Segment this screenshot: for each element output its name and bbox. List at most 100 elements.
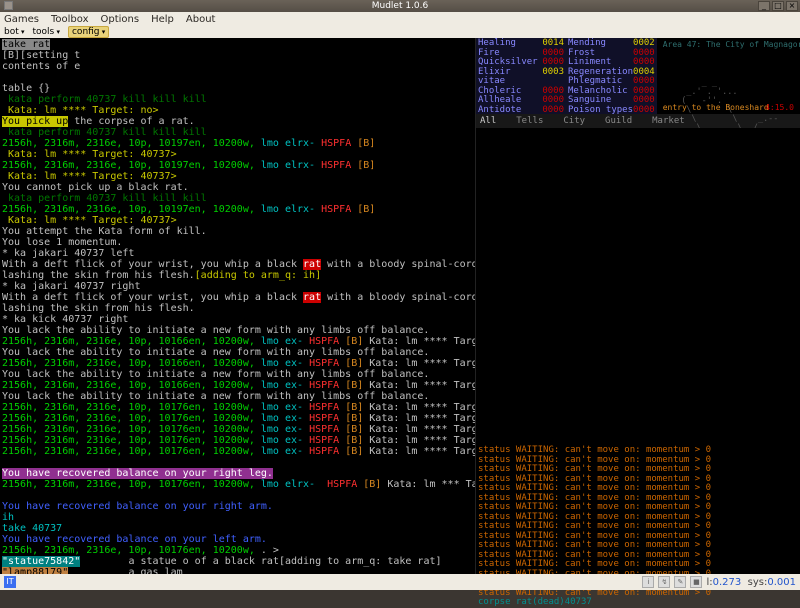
text: You lack the ability to initiate a new f…: [2, 347, 429, 358]
info-icon[interactable]: i: [642, 576, 654, 588]
text: HSPFA: [303, 413, 345, 424]
log-area: status WAITING: can't move on: momentum …: [476, 444, 800, 574]
menu-help[interactable]: Help: [151, 14, 174, 25]
text: [B]: [345, 402, 363, 413]
text: [B]: [345, 424, 363, 435]
tab-guild[interactable]: Guild: [605, 116, 632, 126]
script-icon[interactable]: ✎: [674, 576, 686, 588]
text: "lamp88179": [2, 567, 68, 574]
menu-games[interactable]: Games: [4, 14, 39, 25]
tab-city[interactable]: City: [563, 116, 585, 126]
text: Kata: lm **** Target: no>: [2, 105, 159, 116]
map-title: Area 47: The City of Magnagora v4326: [663, 40, 800, 49]
text: lmo ex-: [261, 402, 303, 413]
text: HSPFA: [303, 336, 345, 347]
text: 2156h, 2316m, 2316e, 10p, 10197en, 10200…: [2, 138, 261, 149]
text: with a bloody spinal-cord chain,: [321, 259, 475, 270]
text: [B]: [345, 435, 363, 446]
log-last: corpse rat(dead)40737: [478, 598, 798, 608]
sys-label: sys:: [748, 577, 768, 588]
text: contents of e: [2, 61, 80, 72]
text: [B]: [345, 358, 363, 369]
close-button[interactable]: ×: [786, 1, 798, 11]
text: Kata: lm **** Target: no>: [363, 424, 475, 435]
text: HSPFA: [303, 424, 345, 435]
text: [B]: [363, 479, 381, 490]
text: lmo ex-: [261, 413, 303, 424]
toolbar-tools[interactable]: tools: [33, 27, 60, 37]
stop-icon[interactable]: ■: [690, 576, 702, 588]
text: Kata: lm **** Target: no>: [363, 380, 475, 391]
text: Kata: lm **** Target: 40737>: [2, 171, 177, 182]
text: HSPFA: [303, 402, 345, 413]
text: rat: [303, 259, 321, 270]
text: lmo elrx-: [261, 204, 321, 215]
text: kata perform 40737 kill kill kill: [2, 94, 207, 105]
text: HSPFA: [321, 160, 357, 171]
text: [B]: [345, 446, 363, 457]
tab-all[interactable]: All: [480, 116, 496, 126]
connection-icon[interactable]: IT: [4, 576, 16, 588]
text: a gas lam: [68, 567, 182, 574]
text: [B][setting t: [2, 50, 80, 61]
text: HSPFA: [303, 446, 345, 457]
toolbar-config[interactable]: config: [68, 26, 109, 38]
maximize-button[interactable]: □: [772, 1, 784, 11]
menu-toolbox[interactable]: Toolbox: [51, 14, 89, 25]
text: You have recovered balance on your right…: [2, 501, 273, 512]
app-icon: [4, 1, 13, 10]
text: HSPFA: [321, 204, 357, 215]
text: "statue75842": [2, 556, 80, 567]
text: lmo ex-: [261, 336, 303, 347]
text: You lack the ability to initiate a new f…: [2, 391, 429, 402]
sys-value: 0.001: [767, 577, 796, 588]
text: [B]: [345, 336, 363, 347]
text: Kata: lm **** Target: 40737>: [2, 149, 177, 160]
text: lmo elrx-: [261, 479, 321, 490]
text: lmo elrx-: [261, 160, 321, 171]
network-icon[interactable]: ↯: [658, 576, 670, 588]
text: 2156h, 2316m, 2316e, 10p, 10176en, 10200…: [2, 413, 261, 424]
workspace: take rat [B][setting t contents of e tab…: [0, 38, 800, 574]
text: 2156h, 2316m, 2316e, 10p, 10197en, 10200…: [2, 204, 261, 215]
text: rat: [303, 292, 321, 303]
menu-options[interactable]: Options: [100, 14, 139, 25]
text: You lack the ability to initiate a new f…: [2, 325, 429, 336]
map-exit: entry to the Boneshard: [663, 103, 760, 112]
text: You attempt the Kata form of kill.: [2, 226, 207, 237]
text: lmo elrx-: [261, 138, 321, 149]
menubar: Games Toolbox Options Help About: [0, 12, 800, 26]
status-row: Elixir vitae0003: [478, 68, 564, 87]
text: ih: [2, 512, 14, 523]
text: Kata: lm **** Target: no>: [363, 402, 475, 413]
statusbar: IT i ↯ ✎ ■ l:0.273 sys:0.001: [0, 574, 800, 590]
text: [B]: [357, 204, 375, 215]
tab-tells[interactable]: Tells: [516, 116, 543, 126]
text: 2156h, 2316m, 2316e, 10p, 10176en, 10200…: [2, 435, 261, 446]
minimize-button[interactable]: _: [758, 1, 770, 11]
text: 2156h, 2316m, 2316e, 10p, 10197en, 10200…: [2, 160, 261, 171]
text: lmo ex-: [261, 424, 303, 435]
text: lashing the skin from his flesh.: [2, 270, 195, 281]
text: lmo ex-: [261, 358, 303, 369]
text: HSPFA: [303, 380, 345, 391]
text: * ka jakari 40737 right: [2, 281, 140, 292]
main-terminal[interactable]: take rat [B][setting t contents of e tab…: [0, 38, 475, 574]
toolbar-bot[interactable]: bot: [4, 27, 25, 37]
text: 2156h, 2316m, 2316e, 10p, 10176en, 10200…: [2, 545, 261, 556]
text: with a bloody spinal-cord chain,: [321, 292, 475, 303]
text: Kata: lm **** Target: no>: [363, 435, 475, 446]
text: table {}: [2, 83, 50, 94]
status-left: IT: [4, 576, 16, 588]
text: kata perform 40737 kill kill kill: [2, 127, 207, 138]
right-column: Healing0014Fire0000Quicksilver0000Elixir…: [475, 38, 800, 574]
text: Kata: lm **** Target: no>: [363, 336, 475, 347]
text: You lose 1 momentum.: [2, 237, 122, 248]
menu-about[interactable]: About: [186, 14, 216, 25]
titlebar: Mudlet 1.0.6 _ □ ×: [0, 0, 800, 12]
status-panel: Healing0014Fire0000Quicksilver0000Elixir…: [476, 38, 800, 114]
text: [B]: [357, 138, 375, 149]
status-col-2: Mending0002Frost0000Liniment0000Regenera…: [566, 38, 657, 114]
text: With a deft flick of your wrist, you whi…: [2, 259, 303, 270]
text: Kata: lm **** Target: no>: [363, 413, 475, 424]
